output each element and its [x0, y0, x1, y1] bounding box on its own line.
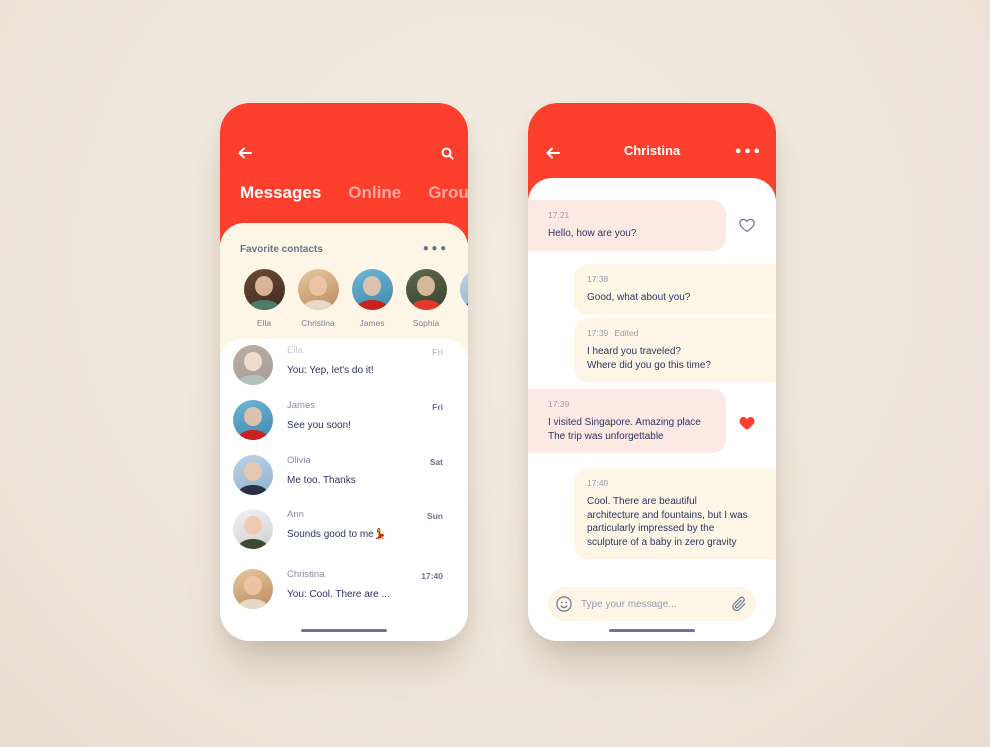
avatar — [297, 269, 339, 310]
conversation-name: Christina — [287, 569, 325, 580]
tab-online[interactable]: Online — [348, 183, 401, 203]
conversation-time: Fri — [432, 402, 443, 412]
message-text: Good, what about you? — [587, 292, 691, 303]
favorite-contacts-row: Ella Christina James Sophia Olivia — [237, 269, 468, 328]
tab-groups[interactable]: Groups — [428, 183, 468, 203]
conversation-name: James — [287, 400, 315, 411]
avatar — [233, 569, 273, 609]
message-time: 17:21 — [548, 210, 570, 220]
message-time: 17:39 — [548, 399, 570, 409]
message-meta: 17:38 — [587, 274, 764, 284]
conversation-preview: Me too. Thanks — [287, 475, 356, 486]
message-bubble-incoming[interactable]: 17:39 I visited Singapore. Amazing place… — [528, 389, 726, 453]
conversation-list: Ella You: Yep, let's do it! Fri James Se… — [220, 339, 468, 641]
conversation-preview: See you soon! — [287, 420, 351, 431]
message-time: 17:39 — [587, 328, 609, 338]
message-time: 17:40 — [587, 478, 609, 488]
favorite-contact[interactable]: James — [345, 269, 399, 328]
conversation-name: Olivia — [287, 455, 311, 466]
messages-header: Messages Online Groups — [220, 103, 468, 243]
home-indicator — [609, 629, 695, 632]
avatar — [233, 345, 273, 385]
favorite-contact[interactable]: Sophia — [399, 269, 453, 328]
contact-name: Sophia — [412, 318, 440, 328]
conversation-item[interactable]: Ella You: Yep, let's do it! Fri — [233, 343, 455, 387]
avatar — [459, 269, 468, 310]
avatar — [405, 269, 447, 310]
chat-screen: Christina ••• 17:21 Hello, how are you? … — [528, 103, 776, 641]
avatar — [243, 269, 285, 310]
contact-name: Ella — [256, 318, 272, 328]
message-meta: 17:39 — [548, 399, 714, 409]
conversation-name: Ella — [287, 345, 303, 356]
message-text: I visited Singapore. Amazing place The t… — [548, 417, 701, 442]
conversation-item[interactable]: Olivia Me too. Thanks Sat — [233, 453, 455, 497]
conversation-name: Ann — [287, 509, 304, 520]
message-bubble-outgoing[interactable]: 17:38 Good, what about you? — [574, 264, 776, 315]
favorite-contacts-title: Favorite contacts — [240, 244, 323, 255]
smiley-icon[interactable] — [555, 595, 573, 613]
conversation-time: Fri — [432, 347, 443, 357]
favorite-contact[interactable]: Olivia — [453, 269, 468, 328]
conversation-preview: Sounds good to me💃 — [287, 529, 387, 540]
heart-filled-icon[interactable] — [738, 414, 756, 432]
chat-thread: 17:21 Hello, how are you? 17:38 Good, wh… — [528, 178, 776, 641]
conversation-time: 17:40 — [421, 571, 443, 581]
message-text: Hello, how are you? — [548, 228, 637, 239]
conversation-preview: You: Cool. There are ... — [287, 589, 390, 600]
edited-label: Edited — [614, 328, 639, 338]
contact-name: Christina — [301, 318, 335, 328]
paperclip-icon[interactable] — [730, 595, 748, 613]
search-icon[interactable] — [438, 144, 456, 162]
message-bubble-incoming[interactable]: 17:21 Hello, how are you? — [528, 200, 726, 251]
message-bubble-outgoing[interactable]: 17:40 Cool. There are beautiful architec… — [574, 468, 776, 559]
contact-name: James — [359, 318, 385, 328]
arrow-left-icon[interactable] — [236, 144, 254, 162]
conversation-item[interactable]: Ann Sounds good to me💃 Sun — [233, 507, 455, 551]
heart-outline-icon[interactable] — [738, 216, 756, 234]
tab-messages[interactable]: Messages — [240, 183, 321, 203]
avatar — [233, 400, 273, 440]
conversation-item[interactable]: James See you soon! Fri — [233, 398, 455, 442]
avatar — [233, 509, 273, 549]
message-meta: 17:40 — [587, 478, 764, 488]
conversation-item[interactable]: Christina You: Cool. There are ... 17:40 — [233, 567, 455, 611]
message-composer — [548, 587, 756, 621]
message-text: Cool. There are beautiful architecture a… — [587, 496, 748, 548]
messages-screen: Messages Online Groups Favorite contacts… — [220, 103, 468, 641]
home-indicator — [301, 629, 387, 632]
avatar — [351, 269, 393, 310]
message-bubble-outgoing[interactable]: 17:39 Edited I heard you traveled? Where … — [574, 318, 776, 382]
message-meta: 17:39 Edited — [587, 328, 764, 338]
favorite-contact[interactable]: Christina — [291, 269, 345, 328]
more-horizontal-icon[interactable]: ••• — [422, 242, 448, 256]
message-meta: 17:21 — [548, 210, 714, 220]
conversation-preview: You: Yep, let's do it! — [287, 365, 374, 376]
message-time: 17:38 — [587, 274, 609, 284]
conversation-time: Sat — [429, 457, 443, 467]
message-text: I heard you traveled? Where did you go t… — [587, 346, 711, 371]
more-horizontal-icon[interactable]: ••• — [734, 143, 761, 161]
conversation-time: Sun — [426, 511, 443, 521]
favorite-contact[interactable]: Ella — [237, 269, 291, 328]
message-input[interactable] — [581, 598, 730, 610]
tab-bar: Messages Online Groups — [240, 183, 468, 203]
avatar — [233, 455, 273, 495]
